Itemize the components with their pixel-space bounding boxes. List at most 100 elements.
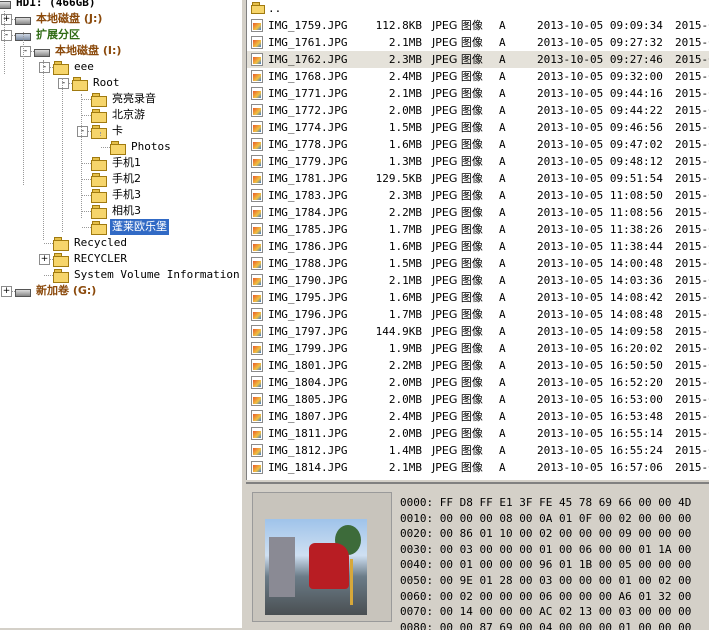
file-row[interactable]: IMG_1804.JPG 2.0MB JPEG 图像 A 2013-10-05 16:5…: [247, 374, 709, 391]
tree-node[interactable]: - Root: [0, 75, 242, 91]
tree-node[interactable]: 北京游: [0, 107, 242, 123]
file-row[interactable]: IMG_1772.JPG 2.0MB JPEG 图像 A 2013-10-05 09:4…: [247, 102, 709, 119]
tree-node[interactable]: 相机3: [0, 203, 242, 219]
collapse-minus-icon[interactable]: -: [20, 46, 31, 57]
file-type: JPEG 图像: [432, 427, 483, 440]
jpeg-file-icon: [251, 189, 263, 202]
file-row[interactable]: IMG_1799.JPG 1.9MB JPEG 图像 A 2013-10-05 16:2…: [247, 340, 709, 357]
file-modified-time: 2013-10-05 09:32:00: [537, 70, 663, 83]
jpeg-file-icon: [251, 19, 263, 32]
tree-node-label: Root: [93, 76, 120, 89]
file-row[interactable]: IMG_1781.JPG 129.5KB JPEG 图像 A 2013-10-05 09…: [247, 170, 709, 187]
collapse-minus-icon[interactable]: -: [1, 30, 12, 41]
tree-guide-line: [4, 11, 5, 74]
folder-tree-pane[interactable]: HD1: (466GB) + 本地磁盘 (J:) - 扩展分区 - 本地磁盘 (I:) - ee…: [0, 0, 244, 628]
file-type: JPEG 图像: [432, 461, 483, 474]
tree-node[interactable]: - 本地磁盘 (I:): [0, 43, 242, 59]
tree-node[interactable]: System Volume Information: [0, 267, 242, 283]
file-row[interactable]: IMG_1774.JPG 1.5MB JPEG 图像 A 2013-10-05 09:4…: [247, 119, 709, 136]
file-row[interactable]: IMG_1784.JPG 2.2MB JPEG 图像 A 2013-10-05 11:0…: [247, 204, 709, 221]
file-attribute: A: [499, 36, 506, 49]
expand-plus-icon[interactable]: +: [1, 14, 12, 25]
file-row[interactable]: IMG_1801.JPG 2.2MB JPEG 图像 A 2013-10-05 16:5…: [247, 357, 709, 374]
file-row[interactable]: IMG_1785.JPG 1.7MB JPEG 图像 A 2013-10-05 11:3…: [247, 221, 709, 238]
expand-plus-icon[interactable]: +: [1, 286, 12, 297]
file-row[interactable]: IMG_1805.JPG 2.0MB JPEG 图像 A 2013-10-05 16:5…: [247, 391, 709, 408]
file-row[interactable]: IMG_1814.JPG 2.1MB JPEG 图像 A 2013-10-05 16:5…: [247, 459, 709, 476]
jpeg-file-icon-picture: [253, 278, 261, 285]
file-row[interactable]: IMG_1790.JPG 2.1MB JPEG 图像 A 2013-10-05 14:0…: [247, 272, 709, 289]
file-row[interactable]: IMG_1762.JPG 2.3MB JPEG 图像 A 2013-10-05 09:2…: [247, 51, 709, 68]
file-row[interactable]: IMG_1811.JPG 2.0MB JPEG 图像 A 2013-10-05 16:5…: [247, 425, 709, 442]
file-name: IMG_1804.JPG: [268, 376, 348, 389]
tree-guide-line: [23, 32, 24, 185]
file-row[interactable]: IMG_1759.JPG 112.8KB JPEG 图像 A 2013-10-05 09…: [247, 17, 709, 34]
tree-node[interactable]: + 本地磁盘 (J:): [0, 11, 242, 27]
tree-node[interactable]: -卡: [0, 123, 242, 139]
collapse-minus-icon[interactable]: -: [77, 126, 88, 137]
tree-node[interactable]: 手机1: [0, 155, 242, 171]
hex-offset: 0080:: [400, 620, 434, 630]
jpeg-file-icon-picture: [253, 329, 261, 336]
tree-node[interactable]: Recycled: [0, 235, 242, 251]
file-row[interactable]: IMG_1768.JPG 2.4MB JPEG 图像 A 2013-10-05 09:3…: [247, 68, 709, 85]
tree-node[interactable]: + 新加卷 (G:): [0, 283, 242, 299]
collapse-minus-icon[interactable]: -: [58, 78, 69, 89]
hex-dump-line: 0010: 00 00 00 08 00 0A 01 0F 00 02 00 0…: [400, 512, 691, 525]
file-row[interactable]: IMG_1783.JPG 2.3MB JPEG 图像 A 2013-10-05 11:0…: [247, 187, 709, 204]
file-modified-time: 2013-10-05 14:03:36: [537, 274, 663, 287]
jpeg-file-icon-picture: [253, 159, 261, 166]
file-type: JPEG 图像: [432, 206, 483, 219]
file-name: IMG_1778.JPG: [268, 138, 348, 151]
file-modified-time: 2013-10-05 09:47:02: [537, 138, 663, 151]
tree-node[interactable]: - eee: [0, 59, 242, 75]
folder-icon: [91, 157, 107, 171]
tree-node[interactable]: 蓬莱欧乐堡: [0, 218, 242, 236]
collapse-minus-icon[interactable]: -: [39, 62, 50, 73]
file-type: JPEG 图像: [432, 393, 483, 406]
tree-node[interactable]: - 扩展分区: [0, 27, 242, 43]
file-row[interactable]: IMG_1795.JPG 1.6MB JPEG 图像 A 2013-10-05 14:0…: [247, 289, 709, 306]
file-attribute: A: [499, 19, 506, 32]
tree-node-label: 北京游: [112, 108, 145, 121]
file-row[interactable]: IMG_1812.JPG 1.4MB JPEG 图像 A 2013-10-05 16:5…: [247, 442, 709, 459]
file-list-pane[interactable]: .. IMG_1759.JPG 112.8KB JPEG 图像 A 2013-10-05 …: [246, 0, 709, 480]
file-attribute: A: [499, 410, 506, 423]
tree-node[interactable]: 手机3: [0, 187, 242, 203]
up-folder-icon: [251, 2, 265, 14]
thumbnail-building-shape: [269, 537, 295, 597]
tree-node[interactable]: 亮亮录音: [0, 91, 242, 107]
tree-node[interactable]: + RECYCLER: [0, 251, 242, 267]
file-row[interactable]: IMG_1778.JPG 1.6MB JPEG 图像 A 2013-10-05 09:4…: [247, 136, 709, 153]
jpeg-file-icon: [251, 70, 263, 83]
file-type: JPEG 图像: [432, 325, 483, 338]
folder-icon-body: [91, 128, 107, 139]
file-row[interactable]: IMG_1786.JPG 1.6MB JPEG 图像 A 2013-10-05 11:3…: [247, 238, 709, 255]
tree-node[interactable]: 手机2: [0, 171, 242, 187]
file-name: IMG_1790.JPG: [268, 274, 348, 287]
tree-connector: [82, 211, 91, 212]
file-type: JPEG 图像: [432, 274, 483, 287]
file-row[interactable]: IMG_1797.JPG 144.9KB JPEG 图像 A 2013-10-05 14…: [247, 323, 709, 340]
hex-bytes: 00 00 87 69 00 04 00 00 00 01 00 00 00: [439, 620, 692, 630]
file-row[interactable]: IMG_1779.JPG 1.3MB JPEG 图像 A 2013-10-05 09:4…: [247, 153, 709, 170]
file-row[interactable]: IMG_1788.JPG 1.5MB JPEG 图像 A 2013-10-05 14:0…: [247, 255, 709, 272]
file-attribute: A: [499, 53, 506, 66]
tree-node[interactable]: HD1: (466GB): [0, 0, 242, 11]
file-row[interactable]: IMG_1771.JPG 2.1MB JPEG 图像 A 2013-10-05 09:4…: [247, 85, 709, 102]
jpeg-file-icon-picture: [253, 295, 261, 302]
file-attribute: A: [499, 240, 506, 253]
folder-icon-body: [110, 144, 126, 155]
jpeg-file-icon-picture: [253, 414, 261, 421]
file-type: JPEG 图像: [432, 444, 483, 457]
file-modified-time: 2013-10-05 11:38:26: [537, 223, 663, 236]
expand-plus-icon[interactable]: +: [39, 254, 50, 265]
tree-node[interactable]: Photos: [0, 139, 242, 155]
file-created-time: 2015-C: [675, 172, 709, 185]
hex-bytes: 00 01 00 00 00 96 01 1B 00 05 00 00 00: [439, 558, 692, 572]
file-row[interactable]: IMG_1761.JPG 2.1MB JPEG 图像 A 2013-10-05 09:2…: [247, 34, 709, 51]
file-row[interactable]: IMG_1796.JPG 1.7MB JPEG 图像 A 2013-10-05 14:0…: [247, 306, 709, 323]
file-attribute: A: [499, 206, 506, 219]
parent-folder-row[interactable]: ..: [247, 0, 709, 17]
file-row[interactable]: IMG_1807.JPG 2.4MB JPEG 图像 A 2013-10-05 16:5…: [247, 408, 709, 425]
